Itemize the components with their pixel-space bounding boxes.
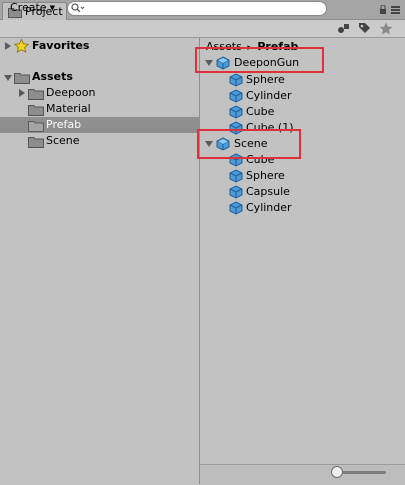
folder-icon xyxy=(28,89,44,100)
favorites-star-button[interactable] xyxy=(376,20,395,36)
child-row[interactable]: Capsule xyxy=(200,184,405,200)
cube-icon xyxy=(229,201,243,215)
child-name: Cube xyxy=(246,105,275,118)
dropdown-arrow-icon: ▼ xyxy=(49,4,55,12)
child-name: Capsule xyxy=(246,185,290,198)
tree-label: Scene xyxy=(46,134,80,147)
tree-item-deepoon[interactable]: Deepoon xyxy=(0,85,199,101)
cube-icon xyxy=(229,73,243,87)
child-row[interactable]: Cylinder xyxy=(200,200,405,216)
collapse-arrow-icon[interactable] xyxy=(4,75,12,81)
child-row[interactable]: Sphere xyxy=(200,168,405,184)
expand-arrow-icon[interactable] xyxy=(19,89,25,97)
child-name: Cylinder xyxy=(246,89,292,102)
cube-icon xyxy=(229,105,243,119)
child-row[interactable]: Cube xyxy=(200,104,405,120)
search-field[interactable] xyxy=(67,1,327,16)
create-button[interactable]: Create ▼ xyxy=(6,1,59,15)
label-tag-icon xyxy=(359,23,370,33)
filter-type-icon xyxy=(337,24,349,33)
expand-arrow-icon[interactable] xyxy=(5,42,11,50)
tree-item-material[interactable]: Material xyxy=(0,101,199,117)
tree-item-assets[interactable]: Assets xyxy=(0,69,199,85)
tree-item-scene[interactable]: Scene xyxy=(0,133,199,149)
cube-icon xyxy=(229,89,243,103)
zoom-slider-knob[interactable] xyxy=(331,466,343,478)
cube-icon xyxy=(229,169,243,183)
lock-menu-icon[interactable] xyxy=(379,5,401,15)
folder-icon xyxy=(14,73,30,84)
bottom-bar xyxy=(200,464,405,485)
star-icon xyxy=(14,39,29,53)
tree-label: Assets xyxy=(32,70,73,83)
zoom-slider-track[interactable] xyxy=(338,471,386,474)
folder-icon xyxy=(28,105,44,116)
folder-icon xyxy=(28,121,44,132)
child-name: Sphere xyxy=(246,169,285,182)
star-icon xyxy=(379,22,392,34)
filter-type-button[interactable] xyxy=(334,20,353,36)
search-icon xyxy=(71,3,85,13)
tree-item-favorites[interactable]: Favorites xyxy=(0,38,199,54)
child-name: Sphere xyxy=(246,73,285,86)
child-name: Cylinder xyxy=(246,201,292,214)
filter-label-button[interactable] xyxy=(355,20,374,36)
tree-label: Favorites xyxy=(32,39,90,52)
highlight-box xyxy=(197,129,301,159)
child-row[interactable]: Sphere xyxy=(200,72,405,88)
tree-item-prefab[interactable]: Prefab xyxy=(0,117,199,133)
folder-icon xyxy=(28,137,44,148)
tree-label: Deepoon xyxy=(46,86,96,99)
cube-icon xyxy=(229,185,243,199)
tree-label: Material xyxy=(46,102,91,115)
tree-label: Prefab xyxy=(46,118,82,131)
create-label: Create xyxy=(10,1,47,14)
child-row[interactable]: Cylinder xyxy=(200,88,405,104)
highlight-box xyxy=(195,47,324,73)
